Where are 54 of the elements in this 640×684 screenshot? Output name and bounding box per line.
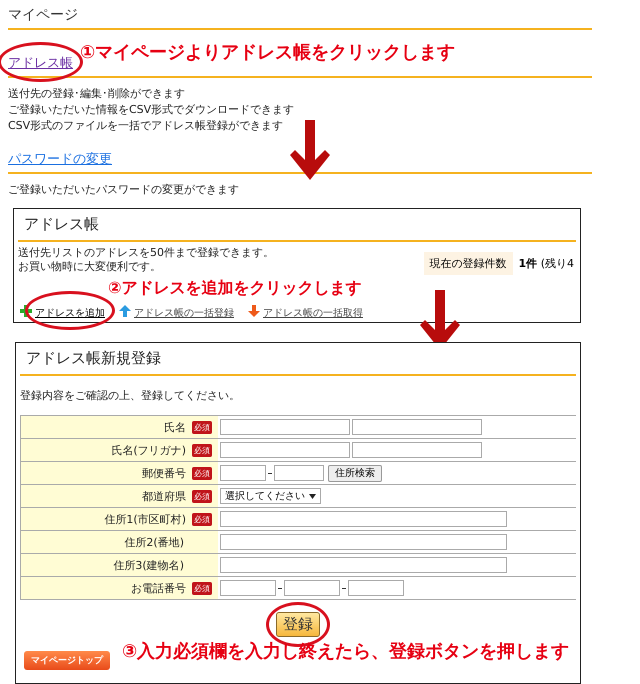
caret-icon bbox=[309, 494, 316, 498]
text-field[interactable] bbox=[220, 442, 350, 458]
field-label: お電話番号 bbox=[131, 580, 186, 596]
section-description: CSV形式のファイルを一括でアドレス帳登録ができます bbox=[8, 118, 284, 134]
required-badge: 必須 bbox=[192, 490, 212, 502]
count-label: 現在の登録件数 bbox=[424, 252, 513, 275]
phone-field[interactable] bbox=[220, 580, 276, 596]
field-label: 氏名(フリガナ) bbox=[111, 442, 186, 458]
zip-field[interactable] bbox=[274, 465, 324, 481]
action-link[interactable]: アドレスを追加 bbox=[35, 308, 105, 319]
text-field[interactable] bbox=[220, 534, 507, 550]
register-button[interactable]: 登録 bbox=[276, 612, 320, 637]
required-badge: 必須 bbox=[192, 582, 212, 594]
phone-field[interactable] bbox=[284, 580, 340, 596]
required-badge: 必須 bbox=[192, 512, 212, 526]
section-description: 送付先の登録･編集･削除ができます bbox=[8, 86, 186, 102]
text-field[interactable] bbox=[352, 442, 482, 458]
field-label: 住所2(番地) bbox=[124, 534, 184, 550]
text-field[interactable] bbox=[352, 419, 482, 435]
field-label: 都道府県 bbox=[142, 488, 186, 504]
down-arrow-icon bbox=[290, 120, 330, 182]
text-field[interactable] bbox=[220, 511, 507, 527]
field-label: 住所3(建物名) bbox=[113, 558, 184, 572]
field-label: 住所1(市区町村) bbox=[104, 512, 186, 526]
up-arrow-icon bbox=[119, 304, 131, 316]
zip-field[interactable] bbox=[220, 465, 266, 481]
count-value: 1件 (残り4 bbox=[518, 256, 575, 272]
required-badge: 必須 bbox=[192, 420, 212, 434]
required-badge: 必須 bbox=[192, 444, 212, 456]
info-text: 送付先リストのアドレスを50件まで登録できます。 bbox=[18, 246, 274, 260]
action-link[interactable]: アドレス帳の一括取得 bbox=[263, 308, 363, 319]
field-label: 氏名 bbox=[164, 420, 186, 434]
text-field[interactable] bbox=[220, 419, 350, 435]
down-arrow-icon bbox=[248, 304, 260, 316]
phone-field[interactable] bbox=[348, 580, 404, 596]
prefecture-select[interactable]: 選択してください bbox=[220, 488, 321, 504]
section-link[interactable]: パスワードの変更 bbox=[8, 152, 112, 167]
panel-title: アドレス帳新規登録 bbox=[20, 343, 576, 376]
step-annotation: ②アドレスを追加をクリックします bbox=[108, 278, 362, 297]
address-search-button[interactable]: 住所検索 bbox=[328, 464, 382, 482]
field-label: 郵便番号 bbox=[142, 466, 186, 480]
step-annotation: ③入力必須欄を入力し終えたら、登録ボタンを押します bbox=[122, 640, 570, 663]
step-annotation: ①マイページよりアドレス帳をクリックします bbox=[80, 41, 456, 64]
required-badge: 必須 bbox=[192, 466, 212, 480]
section-description: ご登録いただいた情報をCSV形式でダウンロードできます bbox=[8, 102, 296, 118]
info-text: お買い物時に大変便利です。 bbox=[18, 260, 162, 274]
section-link[interactable]: アドレス帳 bbox=[8, 56, 73, 71]
form-description: 登録内容をご確認の上、登録してください。 bbox=[19, 388, 241, 404]
panel-title: アドレス帳 bbox=[18, 209, 576, 242]
text-field[interactable] bbox=[220, 557, 507, 573]
section-description: ご登録いただいたパスワードの変更ができます bbox=[8, 182, 240, 198]
plus-icon bbox=[20, 304, 32, 316]
page-title: マイページ bbox=[8, 4, 592, 30]
action-link[interactable]: アドレス帳の一括登録 bbox=[134, 308, 234, 319]
